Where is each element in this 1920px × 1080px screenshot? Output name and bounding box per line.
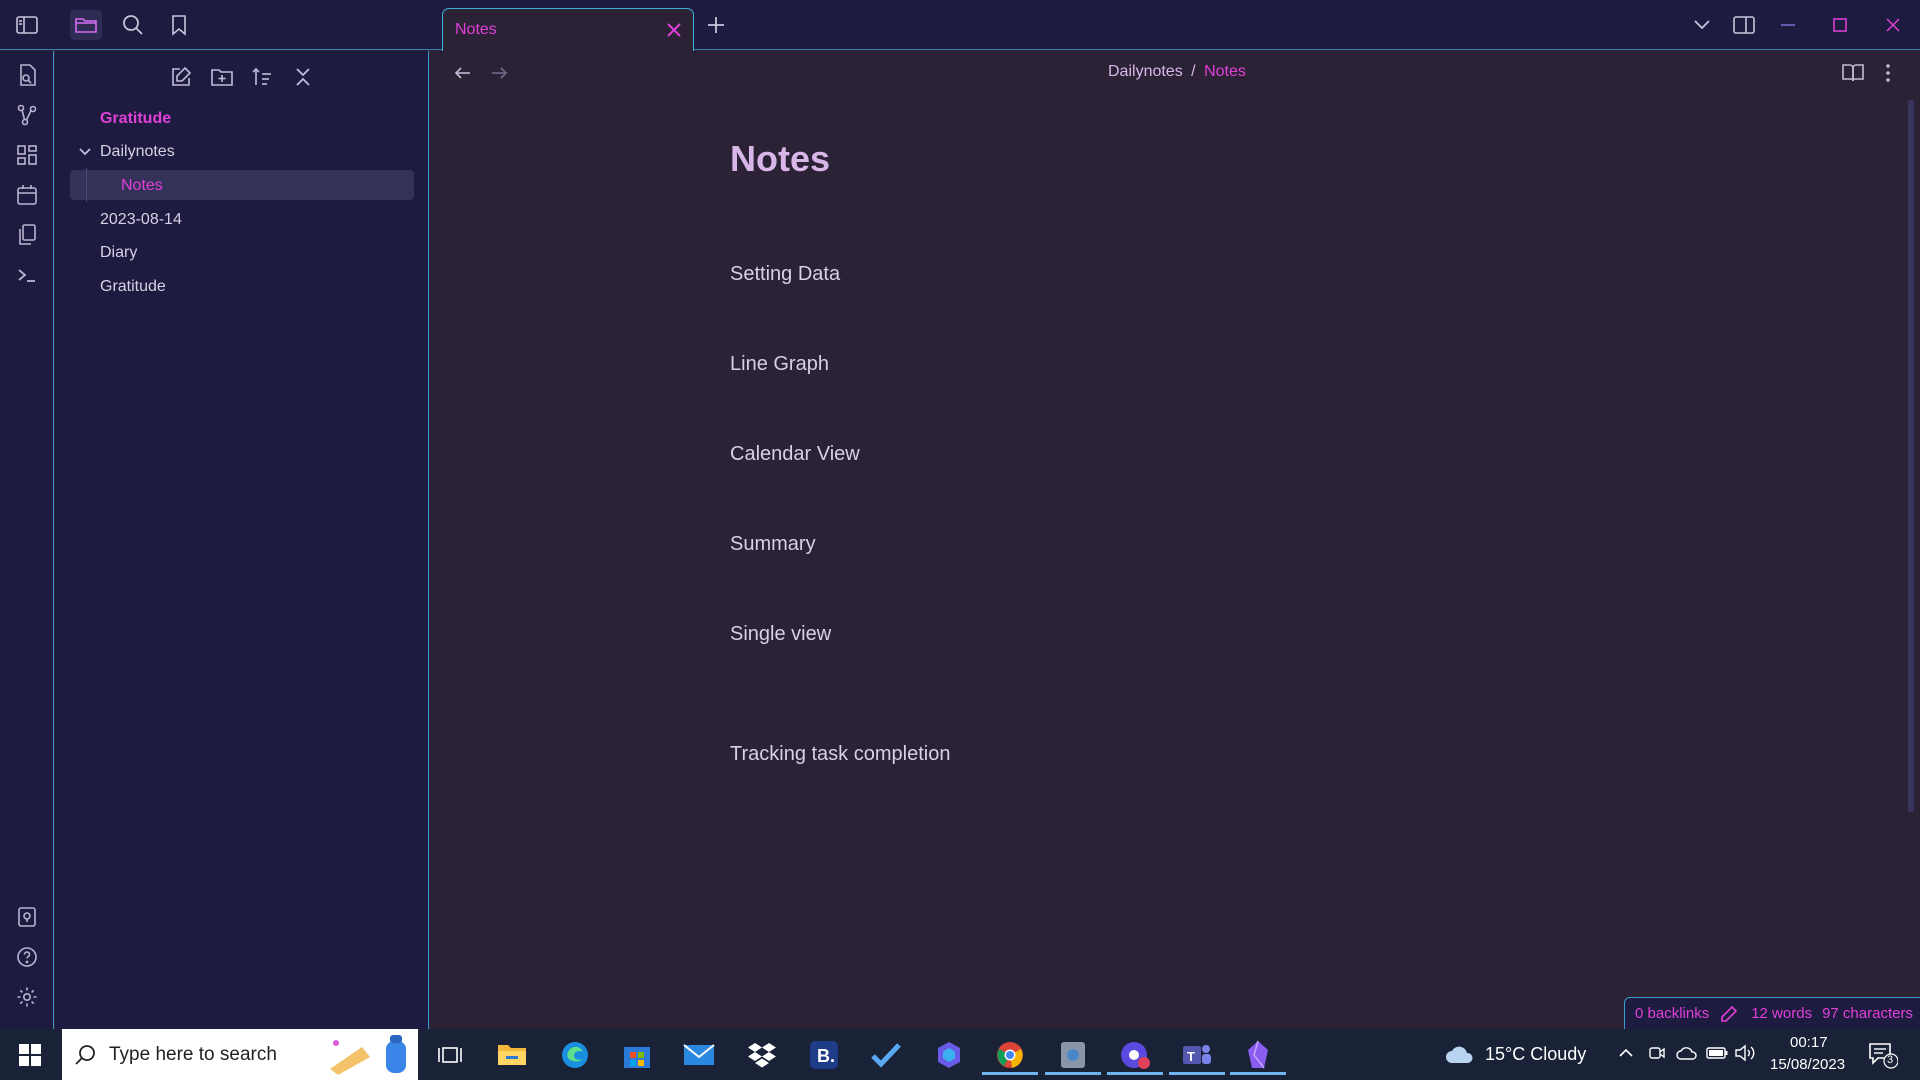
edit-pencil-icon[interactable] xyxy=(1719,1005,1741,1023)
mail-app-icon[interactable] xyxy=(679,1035,719,1075)
help-icon[interactable] xyxy=(15,945,39,969)
maximize-icon[interactable] xyxy=(1824,10,1856,40)
todo-check-icon[interactable] xyxy=(866,1035,906,1075)
tree-item-date-note[interactable]: 2023-08-14 xyxy=(100,206,182,234)
settings-icon[interactable] xyxy=(15,985,39,1009)
active-indicator xyxy=(982,1072,1038,1075)
breadcrumb-folder[interactable]: Dailynotes xyxy=(1108,63,1183,80)
canvas-icon[interactable] xyxy=(15,143,39,167)
note-title[interactable]: Notes xyxy=(730,138,830,180)
dropbox-icon[interactable] xyxy=(742,1035,782,1075)
obsidian-app-icon[interactable] xyxy=(1230,1035,1286,1075)
tab-label: Notes xyxy=(455,21,497,38)
back-arrow-icon[interactable] xyxy=(452,62,474,84)
volume-icon[interactable] xyxy=(1734,1044,1756,1062)
copilot-app-icon[interactable] xyxy=(929,1035,969,1075)
search-icon xyxy=(74,1043,98,1067)
new-folder-icon[interactable] xyxy=(208,63,236,91)
active-indicator xyxy=(1045,1072,1101,1075)
notification-count: 3 xyxy=(1887,1054,1894,1066)
b-app-icon[interactable]: B. xyxy=(804,1035,844,1075)
search-icon[interactable] xyxy=(117,10,149,40)
reading-view-icon[interactable] xyxy=(1841,62,1865,84)
heading-summary[interactable]: Summary xyxy=(730,533,816,556)
forward-arrow-icon[interactable] xyxy=(488,62,510,84)
microsoft-store-icon[interactable] xyxy=(617,1035,657,1075)
windows-taskbar: Type here to search B. T 15°C Cloudy 00:… xyxy=(0,1029,1920,1080)
chevron-down-icon[interactable] xyxy=(1686,10,1718,40)
templates-icon[interactable] xyxy=(15,223,39,247)
chrome-browser-icon[interactable] xyxy=(982,1035,1038,1075)
window-close-icon[interactable] xyxy=(1877,10,1909,40)
minimize-icon[interactable] xyxy=(1772,10,1804,40)
heading-single-view[interactable]: Single view xyxy=(730,623,831,646)
status-bar: 0 backlinks 12 words 97 characters xyxy=(1624,997,1920,1029)
editor-scrollbar[interactable] xyxy=(1908,100,1914,812)
clock-time[interactable]: 00:17 xyxy=(1790,1034,1828,1051)
tree-item-notes[interactable]: Notes xyxy=(121,172,163,200)
taskbar-search[interactable]: Type here to search xyxy=(62,1029,418,1080)
close-icon[interactable] xyxy=(665,21,683,39)
tree-item-diary[interactable]: Diary xyxy=(100,239,137,267)
onedrive-cloud-icon[interactable] xyxy=(1676,1044,1698,1062)
chrome-profile-icon[interactable] xyxy=(1107,1035,1163,1075)
search-highlight-icon xyxy=(324,1033,414,1077)
active-indicator xyxy=(1107,1072,1163,1075)
search-placeholder: Type here to search xyxy=(109,1044,277,1065)
calendar-icon[interactable] xyxy=(15,183,39,207)
tree-item-gratitude-folder[interactable]: Gratitude xyxy=(100,105,171,133)
tab-notes[interactable]: Notes xyxy=(442,8,694,51)
heading-tracking-task-completion[interactable]: Tracking task completion xyxy=(730,743,950,766)
heading-line-graph[interactable]: Line Graph xyxy=(730,353,829,376)
active-indicator xyxy=(1230,1072,1286,1075)
bookmark-icon[interactable] xyxy=(163,10,195,40)
task-view-icon[interactable] xyxy=(430,1035,470,1075)
weather-text[interactable]: 15°C Cloudy xyxy=(1485,1044,1586,1065)
title-bar: Notes xyxy=(0,0,1920,51)
word-count: 12 words xyxy=(1751,1005,1813,1022)
more-options-icon[interactable] xyxy=(1880,62,1896,84)
quick-switcher-icon[interactable] xyxy=(15,63,39,87)
right-sidebar-toggle-icon[interactable] xyxy=(1728,10,1760,40)
left-ribbon xyxy=(0,51,54,1029)
editor-pane xyxy=(430,51,1920,1029)
clock-date[interactable]: 15/08/2023 xyxy=(1770,1056,1845,1073)
character-count: 97 characters xyxy=(1822,1005,1913,1022)
backlinks-count[interactable]: 0 backlinks xyxy=(1635,1005,1709,1022)
folder-icon[interactable] xyxy=(70,10,102,40)
tree-item-gratitude[interactable]: Gratitude xyxy=(100,273,166,301)
meet-now-icon[interactable] xyxy=(1648,1044,1666,1062)
svg-text:T: T xyxy=(1187,1049,1195,1064)
chevron-up-icon[interactable] xyxy=(1618,1045,1634,1061)
graph-view-icon[interactable] xyxy=(15,103,39,127)
cloudy-weather-icon[interactable] xyxy=(1444,1043,1476,1065)
windows-start-icon[interactable] xyxy=(18,1043,42,1067)
file-explorer-app-icon[interactable] xyxy=(492,1035,532,1075)
snip-tool-icon[interactable] xyxy=(1045,1035,1101,1075)
chevron-down-icon[interactable] xyxy=(78,145,92,159)
breadcrumb-file[interactable]: Notes xyxy=(1204,63,1246,80)
active-indicator xyxy=(1169,1072,1225,1075)
heading-setting-data[interactable]: Setting Data xyxy=(730,263,840,286)
command-palette-icon[interactable] xyxy=(15,263,39,287)
heading-calendar-view[interactable]: Calendar View xyxy=(730,443,860,466)
breadcrumb: Dailynotes / Notes xyxy=(1108,63,1246,81)
new-tab-icon[interactable] xyxy=(700,10,732,40)
tree-item-dailynotes[interactable]: Dailynotes xyxy=(100,138,175,166)
sort-icon[interactable] xyxy=(248,63,276,91)
vault-icon[interactable] xyxy=(15,905,39,929)
teams-app-icon[interactable]: T xyxy=(1169,1035,1225,1075)
notification-center-icon[interactable]: 3 xyxy=(1868,1041,1898,1069)
edge-browser-icon[interactable] xyxy=(555,1035,595,1075)
battery-icon[interactable] xyxy=(1706,1044,1728,1062)
new-note-icon[interactable] xyxy=(167,63,195,91)
tree-indent-guide xyxy=(86,168,87,202)
breadcrumb-separator: / xyxy=(1191,63,1196,80)
collapse-all-icon[interactable] xyxy=(289,63,317,91)
svg-text:B.: B. xyxy=(817,1046,835,1066)
sidebar-toggle-icon[interactable] xyxy=(11,10,43,40)
